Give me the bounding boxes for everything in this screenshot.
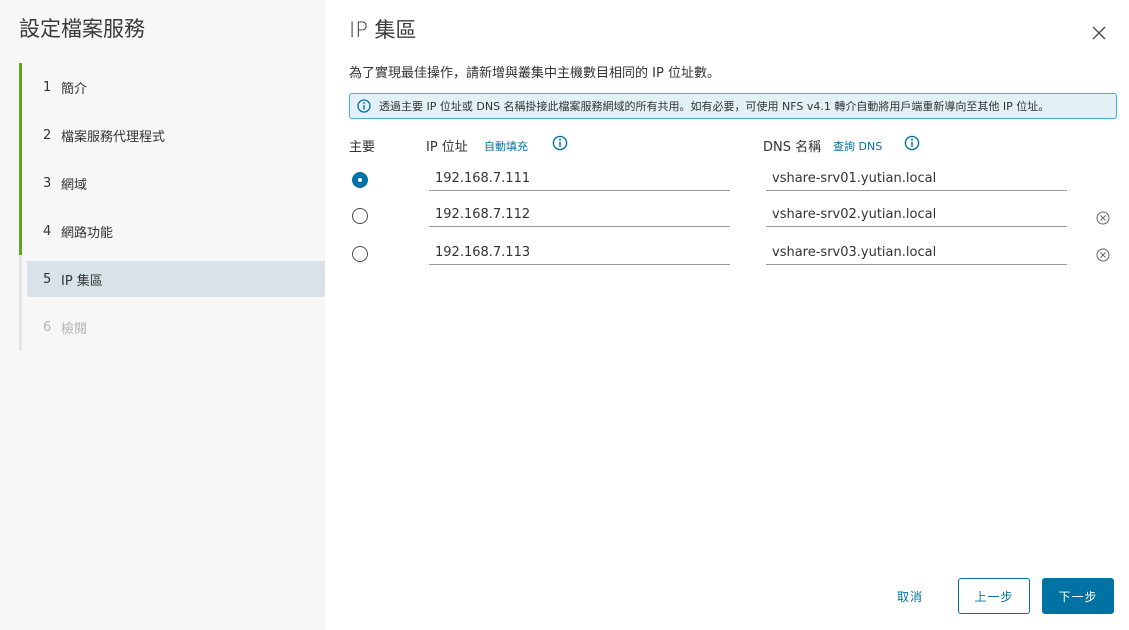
primary-radio[interactable] xyxy=(352,172,368,188)
info-banner-text: 透過主要 IP 位址或 DNS 名稱掛接此檔案服務網域的所有共用。如有必要，可使… xyxy=(379,100,1050,113)
step-label: 檔案服務代理程式 xyxy=(61,129,166,145)
step-progress-bar xyxy=(19,159,22,207)
step-number: 3 xyxy=(43,175,52,191)
ip-pool-row: 192.168.7.113 vshare-srv03.yutian.local xyxy=(325,236,1129,272)
step-number: 4 xyxy=(43,223,52,239)
next-button[interactable]: 下一步 xyxy=(1042,578,1114,614)
ip-address-input[interactable]: 192.168.7.111 xyxy=(429,169,730,191)
remove-row-icon[interactable] xyxy=(1096,211,1110,225)
step-progress-bar xyxy=(19,63,22,111)
cancel-button[interactable]: 取消 xyxy=(882,578,938,614)
primary-column-header: 主要 xyxy=(349,140,376,155)
previous-button[interactable]: 上一步 xyxy=(958,578,1030,614)
ip-pool-row: 192.168.7.111 vshare-srv01.yutian.local xyxy=(325,162,1129,198)
ip-pool-row: 192.168.7.112 vshare-srv02.yutian.local xyxy=(325,198,1129,234)
page-title: IP 集區 xyxy=(349,18,417,42)
wizard-title: 設定檔案服務 xyxy=(19,17,145,41)
step-label: 網路功能 xyxy=(61,225,114,241)
step-label: IP 集區 xyxy=(61,273,103,289)
wizard-steps: 1 簡介 2 檔案服務代理程式 3 網域 4 網路功能 5 IP 集區 6 檢閱 xyxy=(19,63,325,351)
remove-row-icon[interactable] xyxy=(1096,248,1110,262)
step-intro[interactable]: 1 簡介 xyxy=(19,63,325,111)
dns-name-input[interactable]: vshare-srv02.yutian.local xyxy=(766,205,1067,227)
step-progress-bar xyxy=(19,255,22,303)
step-label: 網域 xyxy=(61,177,88,193)
dns-name-input[interactable]: vshare-srv01.yutian.local xyxy=(766,169,1067,191)
info-icon xyxy=(357,99,371,113)
step-domain[interactable]: 3 網域 xyxy=(19,159,325,207)
dns-column-header: DNS 名稱 xyxy=(763,140,822,155)
step-ip-pool[interactable]: 5 IP 集區 xyxy=(19,255,325,303)
step-progress-bar xyxy=(19,303,22,351)
lookup-dns-link[interactable]: 查詢 DNS xyxy=(833,138,882,154)
step-file-service-agent[interactable]: 2 檔案服務代理程式 xyxy=(19,111,325,159)
info-banner: 透過主要 IP 位址或 DNS 名稱掛接此檔案服務網域的所有共用。如有必要，可使… xyxy=(349,93,1117,119)
step-label: 簡介 xyxy=(61,81,88,97)
primary-radio[interactable] xyxy=(352,246,368,262)
primary-radio[interactable] xyxy=(352,208,368,224)
step-label: 檢閱 xyxy=(61,321,88,337)
close-icon[interactable] xyxy=(1090,24,1108,42)
step-number: 6 xyxy=(43,319,52,335)
wizard-content: IP 集區 為了實現最佳操作，請新增與叢集中主機數目相同的 IP 位址數。 透過… xyxy=(325,0,1129,630)
ip-column-header: IP 位址 xyxy=(426,140,468,155)
step-number: 5 xyxy=(43,271,52,287)
step-number: 2 xyxy=(43,127,52,143)
step-number: 1 xyxy=(43,79,52,95)
page-description: 為了實現最佳操作，請新增與叢集中主機數目相同的 IP 位址數。 xyxy=(349,66,720,81)
ip-info-icon[interactable] xyxy=(552,135,568,151)
autofill-link[interactable]: 自動填充 xyxy=(484,138,528,154)
wizard-sidebar: 設定檔案服務 1 簡介 2 檔案服務代理程式 3 網域 4 網路功能 5 IP … xyxy=(0,0,325,630)
ip-address-input[interactable]: 192.168.7.113 xyxy=(429,243,730,265)
step-progress-bar xyxy=(19,111,22,159)
step-networking[interactable]: 4 網路功能 xyxy=(19,207,325,255)
step-progress-bar xyxy=(19,207,22,255)
dns-name-input[interactable]: vshare-srv03.yutian.local xyxy=(766,243,1067,265)
step-review: 6 檢閱 xyxy=(19,303,325,351)
ip-address-input[interactable]: 192.168.7.112 xyxy=(429,205,730,227)
dns-info-icon[interactable] xyxy=(904,135,920,151)
